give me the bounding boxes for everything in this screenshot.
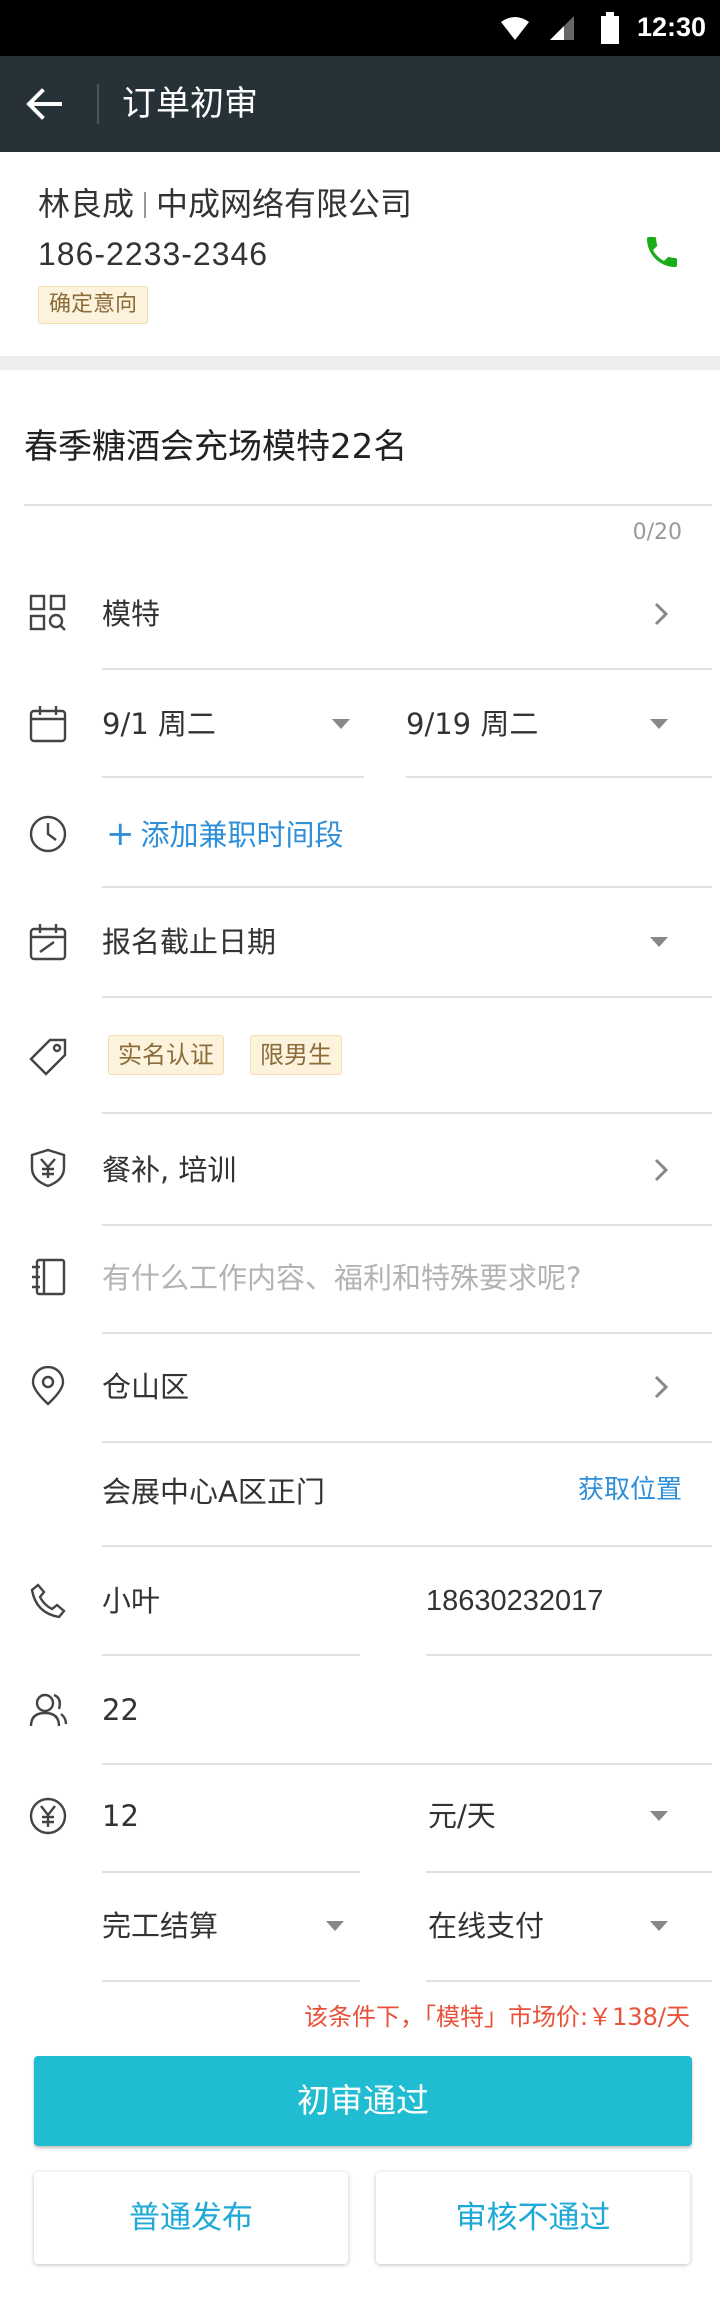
category-chevron-icon[interactable] [648, 601, 674, 627]
requirement-chip[interactable]: 实名认证 [108, 1035, 224, 1075]
divider [102, 1332, 712, 1334]
category-value[interactable]: 模特 [102, 594, 160, 634]
grid-category-icon [29, 594, 66, 631]
approve-button[interactable]: 初审通过 [34, 2056, 692, 2146]
address-input[interactable]: 会展中心A区正门 [102, 1472, 325, 1512]
calendar-icon [29, 706, 67, 743]
district-value[interactable]: 仓山区 [102, 1367, 189, 1407]
requirement-chip[interactable]: 限男生 [250, 1035, 342, 1075]
salary-input[interactable]: 12 [102, 1796, 139, 1836]
reject-button[interactable]: 审核不通过 [376, 2172, 690, 2264]
salary-unit-select[interactable]: 元/天 [428, 1796, 496, 1836]
clock: 12:30 [636, 12, 706, 42]
salary-unit-underline [426, 1871, 712, 1873]
divider [102, 996, 712, 998]
title-underline [24, 504, 712, 506]
settlement-underline [102, 1980, 360, 1982]
notebook-icon [32, 1258, 66, 1296]
market-price-hint: 该条件下，「模特」市场价:￥138/天 [304, 2003, 690, 2031]
wifi-icon [501, 17, 529, 40]
divider [102, 1763, 712, 1765]
salary-underline [102, 1871, 360, 1873]
company-name: 中成网络有限公司 [156, 185, 413, 223]
payment-dropdown-icon[interactable] [650, 1921, 668, 1931]
headcount-input[interactable]: 22 [102, 1690, 139, 1730]
start-date-select[interactable]: 9/1 周二 [102, 704, 216, 744]
contact-phone: 186-2233-2346 [38, 236, 269, 272]
divider [102, 668, 712, 670]
job-title-input[interactable]: 春季糖酒会充场模特22名 [24, 424, 407, 470]
divider [102, 886, 712, 888]
back-arrow-icon[interactable] [22, 82, 66, 126]
contact-name: 林良成 [38, 185, 135, 223]
contact-name-line: 林良成 中成网络有限公司 [38, 182, 412, 226]
contact-person-underline [102, 1654, 360, 1656]
start-date-dropdown-icon[interactable] [332, 719, 350, 729]
benefits-chevron-icon[interactable] [648, 1157, 674, 1183]
battery-icon [601, 12, 619, 44]
plus-icon: + [106, 814, 135, 854]
end-date-underline [406, 776, 712, 778]
yuan-circle-icon [29, 1797, 67, 1835]
contact-person-input[interactable]: 小叶 [102, 1581, 160, 1621]
start-date-underline [102, 776, 364, 778]
tag-icon [29, 1038, 67, 1076]
deadline-dropdown-icon[interactable] [650, 937, 668, 947]
add-time-slot-label: 添加兼职时间段 [140, 818, 344, 852]
yuan-shield-icon [30, 1148, 66, 1188]
divider [102, 1224, 712, 1226]
status-bar: 12:30 [0, 0, 720, 56]
people-icon [29, 1693, 68, 1727]
payment-select[interactable]: 在线支付 [428, 1906, 544, 1946]
clock-icon [29, 815, 67, 853]
intent-tag: 确定意向 [38, 286, 149, 324]
signal-icon [550, 16, 574, 40]
page-title: 订单初审 [122, 84, 258, 124]
divider [102, 1545, 712, 1547]
calendar-edit-icon [29, 924, 67, 961]
location-pin-icon [31, 1366, 65, 1406]
contact-phone-underline [426, 1654, 712, 1656]
contact-phone-input[interactable]: 18630232017 [426, 1581, 603, 1621]
deadline-select[interactable]: 报名截止日期 [102, 922, 276, 962]
appbar-divider [97, 84, 99, 124]
divider [102, 1112, 712, 1114]
phone-icon [30, 1583, 66, 1619]
normal-publish-button[interactable]: 普通发布 [34, 2172, 348, 2264]
title-counter: 0/20 [632, 520, 682, 545]
get-location-button[interactable]: 获取位置 [578, 1470, 682, 1510]
district-chevron-icon[interactable] [648, 1374, 674, 1400]
settlement-select[interactable]: 完工结算 [102, 1906, 218, 1946]
app-bar: 订单初审 [0, 56, 720, 152]
end-date-select[interactable]: 9/19 周二 [406, 704, 538, 744]
settlement-dropdown-icon[interactable] [326, 1921, 344, 1931]
salary-unit-dropdown-icon[interactable] [650, 1811, 668, 1821]
name-separator [144, 192, 147, 218]
divider [102, 1441, 712, 1443]
payment-underline [426, 1980, 712, 1982]
add-time-slot-link[interactable]: + 添加兼职时间段 [106, 814, 344, 855]
contact-card: 林良成 中成网络有限公司 186-2233-2346 确定意向 [0, 152, 720, 358]
phone-call-icon[interactable] [642, 232, 682, 272]
end-date-dropdown-icon[interactable] [650, 719, 668, 729]
description-input[interactable]: 有什么工作内容、福利和特殊要求呢? [102, 1258, 581, 1298]
benefits-value[interactable]: 餐补, 培训 [102, 1150, 236, 1190]
section-gap [0, 356, 720, 370]
